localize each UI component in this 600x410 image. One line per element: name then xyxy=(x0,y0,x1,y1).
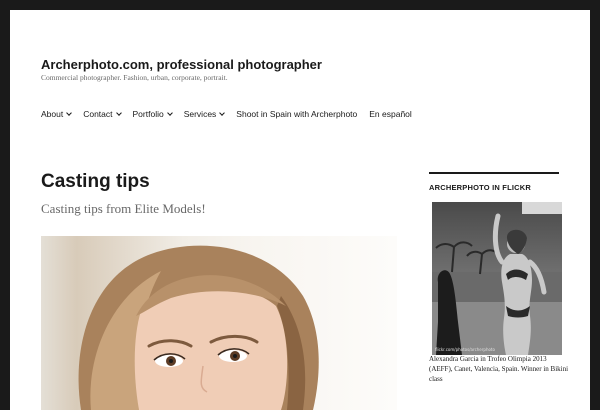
chevron-down-icon xyxy=(166,110,173,116)
flickr-photo-caption: Alexandra Garcia in Trofeo Olimpia 2013 … xyxy=(429,355,569,383)
nav-item-label: Shoot in Spain with Archerphoto xyxy=(236,109,358,119)
bikini-photo-illustration: flickr.com/photos/archerphoto xyxy=(432,202,562,355)
nav-item-spanish[interactable]: En español xyxy=(369,109,412,119)
nav-item-label: About xyxy=(41,109,64,119)
nav-item-label: En español xyxy=(369,109,412,119)
nav-item-about[interactable]: About xyxy=(41,109,73,119)
nav-item-label: Services xyxy=(183,109,217,119)
nav-item-shoot-in-spain[interactable]: Shoot in Spain with Archerphoto xyxy=(236,109,357,119)
entry-title: Casting tips xyxy=(41,171,150,192)
flickr-photo[interactable]: flickr.com/photos/archerphoto xyxy=(432,202,562,355)
nav-item-label: Portfolio xyxy=(132,109,164,119)
photo-watermark: flickr.com/photos/archerphoto xyxy=(435,347,495,352)
site-description: Commercial photographer. Fashion, urban,… xyxy=(41,73,228,82)
chevron-down-icon xyxy=(219,110,226,116)
nav-item-services[interactable]: Services xyxy=(183,109,226,119)
entry-subtitle: Casting tips from Elite Models! xyxy=(41,201,206,216)
main-navigation: About Contact Portfolio Services Shoot i… xyxy=(41,109,424,119)
site-title[interactable]: Archerphoto.com, professional photograph… xyxy=(41,57,322,72)
flickr-widget-title: ARCHERPHOTO IN FLICKR xyxy=(429,183,531,192)
nav-item-contact[interactable]: Contact xyxy=(83,109,122,119)
nav-item-portfolio[interactable]: Portfolio xyxy=(132,109,173,119)
nav-item-label: Contact xyxy=(83,109,113,119)
chevron-down-icon xyxy=(115,110,122,116)
chevron-down-icon xyxy=(66,110,73,116)
featured-image[interactable] xyxy=(41,236,397,410)
portrait-illustration xyxy=(78,245,319,410)
widget-divider xyxy=(429,172,559,174)
page: Archerphoto.com, professional photograph… xyxy=(10,10,590,410)
